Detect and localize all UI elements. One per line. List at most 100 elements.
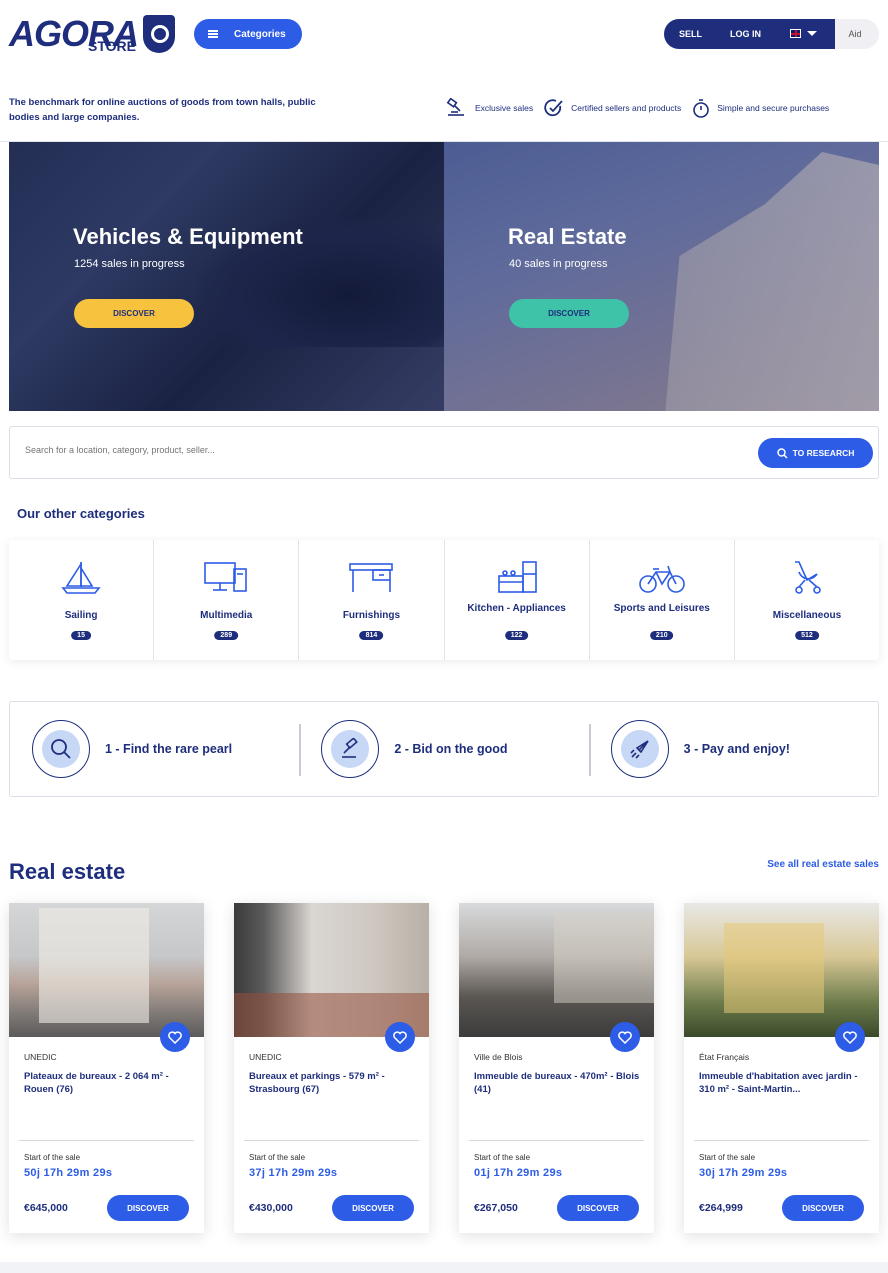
stopwatch-icon xyxy=(693,99,710,118)
countdown-timer: 37j 17h 29m 29s xyxy=(249,1167,338,1179)
see-all-real-estate-link[interactable]: See all real estate sales xyxy=(767,859,879,870)
computer-icon xyxy=(204,562,248,592)
hero-overlay xyxy=(9,142,444,411)
page-bottom-band xyxy=(0,1262,888,1273)
listing-card[interactable]: UNEDIC Bureaux et parkings - 579 m² - St… xyxy=(234,903,429,1233)
aid-link[interactable]: Aid xyxy=(835,19,879,49)
hero-vehicles-panel[interactable]: Vehicles & Equipment 1254 sales in progr… xyxy=(9,142,444,411)
discover-listing-button[interactable]: DISCOVER xyxy=(332,1195,414,1221)
search-input[interactable] xyxy=(25,445,625,455)
listing-photo[interactable] xyxy=(459,903,654,1037)
listing-card[interactable]: UNEDIC Plateaux de bureaux - 2 064 m² - … xyxy=(9,903,204,1233)
discover-listing-button[interactable]: DISCOVER xyxy=(782,1195,864,1221)
search-bar: TO RESEARCH xyxy=(9,426,879,479)
countdown-timer: 50j 17h 29m 29s xyxy=(24,1167,113,1179)
category-count-badge: 814 xyxy=(359,631,384,640)
sale-start-label: Start of the sale xyxy=(249,1153,306,1162)
site-tagline: The benchmark for online auctions of goo… xyxy=(9,97,316,123)
category-label: Furnishings xyxy=(342,610,401,621)
category-label: Kitchen - Appliances xyxy=(467,603,566,614)
hero-title: Vehicles & Equipment xyxy=(73,224,303,249)
hero-subtitle: 40 sales in progress xyxy=(509,258,608,270)
discover-real-estate-button[interactable]: DISCOVER xyxy=(509,299,629,328)
search-button[interactable]: TO RESEARCH xyxy=(758,438,873,468)
discover-listing-button[interactable]: DISCOVER xyxy=(107,1195,189,1221)
real-estate-cards: UNEDIC Plateaux de bureaux - 2 064 m² - … xyxy=(9,903,879,1233)
listing-title[interactable]: Immeuble de bureaux - 470m² - Blois (41) xyxy=(474,1070,644,1096)
countdown-timer: 30j 17h 29m 29s xyxy=(699,1167,788,1179)
listing-card[interactable]: Ville de Blois Immeuble de bureaux - 470… xyxy=(459,903,654,1233)
discover-listing-button[interactable]: DISCOVER xyxy=(557,1195,639,1221)
favorite-heart-icon[interactable] xyxy=(160,1022,190,1052)
listing-photo[interactable] xyxy=(234,903,429,1037)
chevron-down-icon xyxy=(807,31,817,36)
step-bid: 2 - Bid on the good xyxy=(299,720,588,778)
category-count-badge: 512 xyxy=(795,631,819,640)
listing-price: €430,000 xyxy=(249,1202,293,1214)
category-furnishings[interactable]: Furnishings 814 xyxy=(299,540,445,660)
feature-secure: Simple and secure purchases xyxy=(692,98,829,118)
category-count-badge: 289 xyxy=(214,631,239,640)
category-miscellaneous[interactable]: Miscellaneous 512 xyxy=(735,540,879,660)
agora-store-logo[interactable]: AGORA STORE xyxy=(9,13,179,55)
login-link[interactable]: LOG IN xyxy=(730,29,761,39)
sale-start-label: Start of the sale xyxy=(474,1153,531,1162)
listing-title[interactable]: Plateaux de bureaux - 2 064 m² - Rouen (… xyxy=(24,1070,194,1096)
listing-title[interactable]: Bureaux et parkings - 579 m² - Strasbour… xyxy=(249,1070,419,1096)
hero-subtitle: 1254 sales in progress xyxy=(74,258,185,270)
hero-title: Real Estate xyxy=(508,224,627,249)
step-find: 1 - Find the rare pearl xyxy=(10,720,299,778)
search-icon xyxy=(776,447,788,459)
card-divider xyxy=(244,1140,419,1141)
listing-photo[interactable] xyxy=(684,903,879,1037)
gavel-icon xyxy=(446,98,464,116)
listing-price: €264,999 xyxy=(699,1202,743,1214)
countdown-timer: 01j 17h 29m 29s xyxy=(474,1167,563,1179)
feature-certified: Certified sellers and products xyxy=(544,98,681,118)
card-divider xyxy=(469,1140,644,1141)
listing-price: €645,000 xyxy=(24,1202,68,1214)
kitchen-icon xyxy=(497,561,537,593)
gavel-icon xyxy=(342,738,359,758)
step-divider xyxy=(299,724,301,776)
sell-link[interactable]: SELL xyxy=(679,29,702,39)
listing-card[interactable]: État Français Immeuble d'habitation avec… xyxy=(684,903,879,1233)
discover-vehicles-button[interactable]: DISCOVER xyxy=(74,299,194,328)
shield-logo-icon xyxy=(143,15,175,53)
check-icon xyxy=(544,99,563,117)
listing-seller: État Français xyxy=(699,1052,750,1062)
rocket-icon xyxy=(630,740,649,759)
favorite-heart-icon[interactable] xyxy=(610,1022,640,1052)
step-label: 3 - Pay and enjoy! xyxy=(683,742,790,756)
hero-overlay xyxy=(444,142,879,411)
favorite-heart-icon[interactable] xyxy=(835,1022,865,1052)
feature-exclusive-sales: Exclusive sales xyxy=(446,98,533,118)
menu-icon xyxy=(208,30,218,38)
category-kitchen-appliances[interactable]: Kitchen - Appliances 122 xyxy=(445,540,590,660)
listing-title[interactable]: Immeuble d'habitation avec jardin - 310 … xyxy=(699,1070,869,1096)
card-divider xyxy=(19,1140,194,1141)
feature-label: Simple and secure purchases xyxy=(717,103,830,113)
category-sports-leisures[interactable]: Sports and Leisures 210 xyxy=(590,540,735,660)
site-header: AGORA STORE Categories SELL LOG IN Aid xyxy=(0,0,888,72)
top-navigation: SELL LOG IN xyxy=(664,19,835,49)
category-multimedia[interactable]: Multimedia 289 xyxy=(154,540,300,660)
favorite-heart-icon[interactable] xyxy=(385,1022,415,1052)
language-selector[interactable] xyxy=(790,29,817,38)
uk-flag-icon xyxy=(790,29,801,38)
step-label: 1 - Find the rare pearl xyxy=(105,742,233,756)
listing-seller: UNEDIC xyxy=(249,1052,282,1062)
category-count-badge: 122 xyxy=(504,631,529,640)
step-pay: 3 - Pay and enjoy! xyxy=(589,720,878,778)
hero-real-estate-panel[interactable]: Real Estate 40 sales in progress DISCOVE… xyxy=(444,142,879,411)
listing-seller: Ville de Blois xyxy=(474,1052,523,1062)
step-icon-circle xyxy=(321,720,380,778)
search-button-label: TO RESEARCH xyxy=(792,448,855,458)
category-label: Sports and Leisures xyxy=(613,603,710,614)
sailboat-icon xyxy=(61,561,101,594)
listing-price: €267,050 xyxy=(474,1202,518,1214)
category-sailing[interactable]: Sailing 15 xyxy=(9,540,155,660)
listing-photo[interactable] xyxy=(9,903,204,1037)
categories-button[interactable]: Categories xyxy=(194,19,302,49)
how-it-works-steps: 1 - Find the rare pearl 2 - Bid on the g… xyxy=(9,701,879,797)
